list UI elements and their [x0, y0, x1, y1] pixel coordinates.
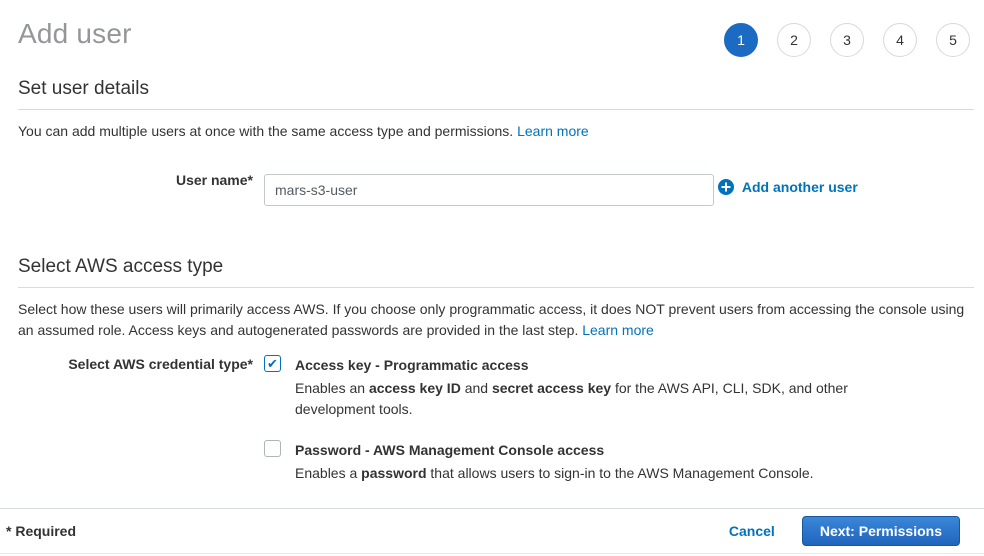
- access-type-intro-text: Select how these users will primarily ac…: [18, 301, 964, 338]
- access-key-checkbox[interactable]: ✔: [264, 355, 281, 372]
- access-type-intro: Select how these users will primarily ac…: [18, 299, 974, 341]
- page-header: Add user 1 2 3 4 5: [0, 0, 984, 57]
- page-title: Add user: [18, 18, 132, 50]
- wizard-step-2: 2: [777, 23, 811, 57]
- required-note: * Required: [6, 523, 76, 539]
- add-another-user-button[interactable]: Add another user: [718, 179, 858, 195]
- add-user-page: Add user 1 2 3 4 5 Set user details You …: [0, 0, 984, 556]
- wizard-step-5: 5: [936, 23, 970, 57]
- add-another-user-label: Add another user: [742, 179, 858, 195]
- learn-more-link-user-details[interactable]: Learn more: [517, 123, 589, 139]
- plus-circle-icon: [718, 179, 734, 195]
- user-details-intro-text: You can add multiple users at once with …: [18, 123, 517, 139]
- username-input[interactable]: [264, 174, 714, 206]
- password-checkbox[interactable]: [264, 440, 281, 457]
- access-key-description: Enables an access key ID and secret acce…: [295, 378, 855, 420]
- access-key-desc-part: Enables an: [295, 380, 369, 396]
- password-desc-part: Enables a: [295, 465, 361, 481]
- password-description: Enables a password that allows users to …: [295, 463, 814, 484]
- username-label: User name*: [18, 164, 253, 188]
- username-row: User name* Add another user: [18, 164, 974, 206]
- access-key-desc-bold: secret access key: [492, 380, 611, 396]
- access-key-desc-bold: access key ID: [369, 380, 461, 396]
- section-heading-user-details: Set user details: [18, 78, 974, 110]
- wizard-step-indicator: 1 2 3 4 5: [724, 23, 970, 57]
- password-title: Password - AWS Management Console access: [295, 440, 814, 461]
- access-key-option: ✔ Access key - Programmatic access Enabl…: [264, 355, 974, 420]
- wizard-step-1: 1: [724, 23, 758, 57]
- wizard-footer: * Required Cancel Next: Permissions: [0, 508, 984, 554]
- checkmark-icon: ✔: [267, 357, 278, 370]
- wizard-step-4: 4: [883, 23, 917, 57]
- user-details-intro: You can add multiple users at once with …: [18, 121, 974, 142]
- next-permissions-button[interactable]: Next: Permissions: [802, 516, 960, 546]
- password-option: Password - AWS Management Console access…: [264, 440, 974, 484]
- cancel-button[interactable]: Cancel: [729, 523, 775, 539]
- wizard-step-3: 3: [830, 23, 864, 57]
- credential-type-row: Select AWS credential type* ✔ Access key…: [18, 355, 974, 484]
- password-desc-bold: password: [361, 465, 426, 481]
- section-heading-access-type: Select AWS access type: [18, 256, 974, 288]
- learn-more-link-access-type[interactable]: Learn more: [582, 322, 654, 338]
- credential-type-label: Select AWS credential type*: [18, 355, 253, 372]
- access-key-title: Access key - Programmatic access: [295, 355, 855, 376]
- access-key-desc-part: and: [461, 380, 492, 396]
- password-desc-part: that allows users to sign-in to the AWS …: [427, 465, 814, 481]
